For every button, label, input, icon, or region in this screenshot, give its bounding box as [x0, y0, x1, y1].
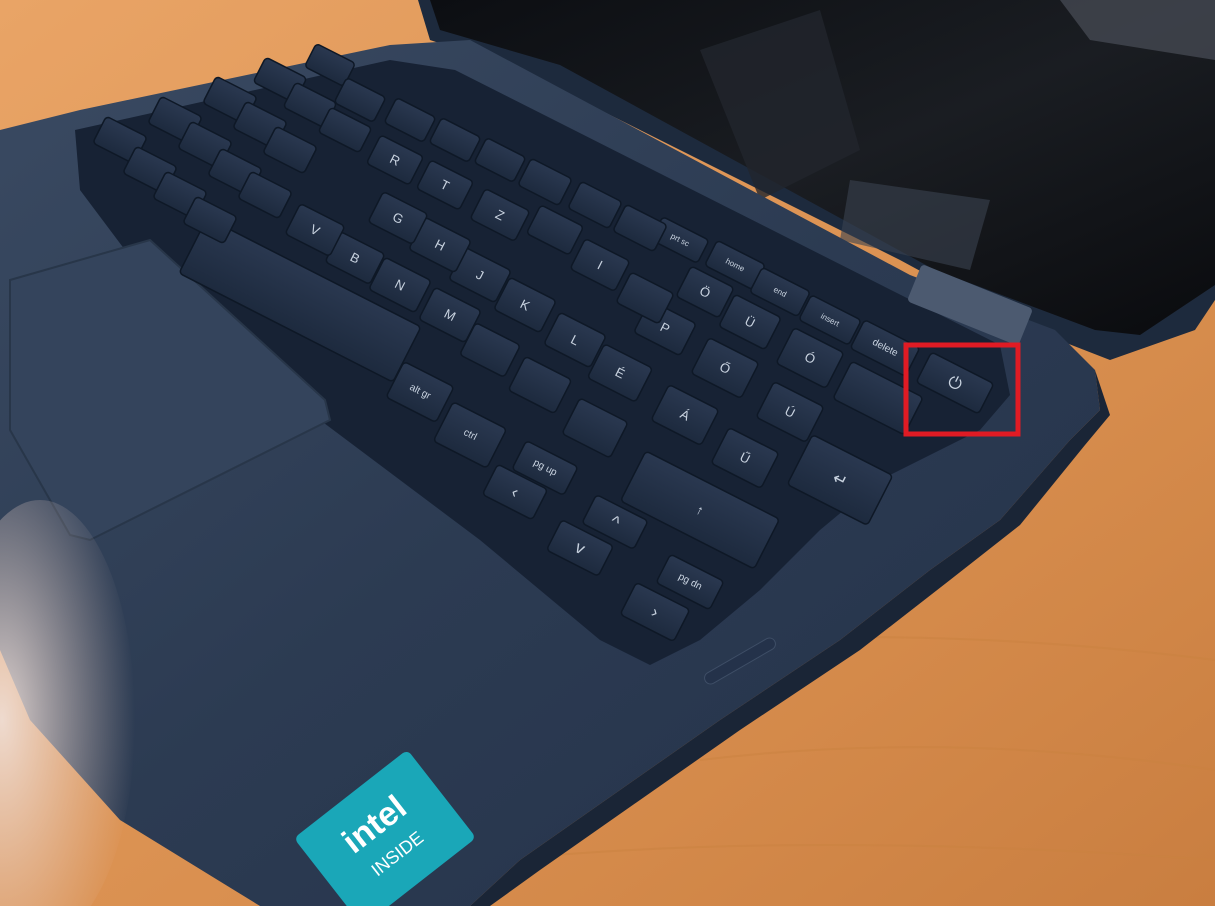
laptop-photo: prt schomeendinsertdelete⏻ÖÜÓPŐÚÉÁŰ↵LKJH… [0, 0, 1215, 906]
